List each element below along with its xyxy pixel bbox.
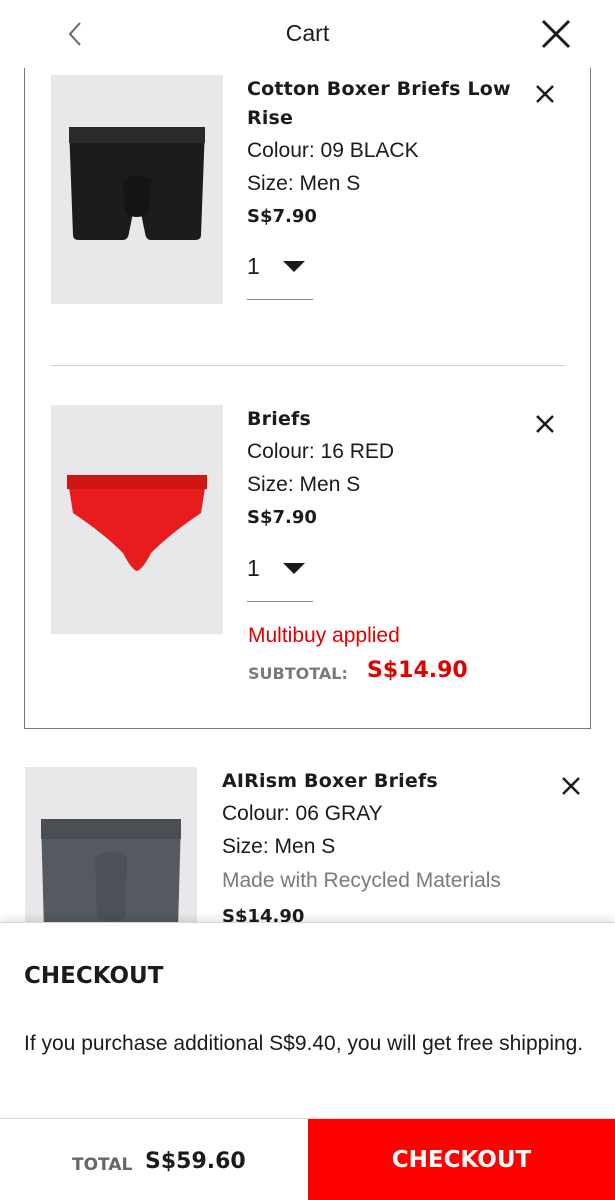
caret-down-icon <box>283 261 305 272</box>
item-price: S$7.90 <box>247 206 317 227</box>
caret-down-icon <box>283 563 305 574</box>
checkout-button[interactable]: CHECKOUT <box>308 1119 615 1200</box>
quantity-select[interactable]: 1 <box>247 549 313 602</box>
item-colour: Colour: 16 RED <box>247 440 395 463</box>
item-note: Made with Recycled Materials <box>222 869 501 892</box>
item-colour: Colour: 06 GRAY <box>222 802 383 825</box>
header: Cart <box>0 0 615 68</box>
item-name[interactable]: Briefs <box>247 405 517 434</box>
quantity-value: 1 <box>247 555 260 581</box>
free-shipping-note: If you purchase additional S$9.40, you w… <box>24 1032 584 1055</box>
checkout-heading: CHECKOUT <box>24 963 164 989</box>
quantity-select[interactable]: 1 <box>247 247 313 300</box>
close-cart-button[interactable] <box>534 12 578 56</box>
item-size: Size: Men S <box>222 835 336 858</box>
close-icon <box>536 85 554 103</box>
close-icon <box>562 777 580 795</box>
black-boxer-image <box>69 127 205 240</box>
item-price: S$7.90 <box>247 507 317 528</box>
item-size: Size: Men S <box>247 172 361 195</box>
total-label: TOTAL <box>72 1155 133 1175</box>
item-name[interactable]: Cotton Boxer Briefs Low Rise <box>247 75 517 133</box>
close-icon <box>536 415 554 433</box>
quantity-value: 1 <box>247 253 260 279</box>
total-value: S$59.60 <box>145 1149 246 1174</box>
close-icon <box>541 19 571 49</box>
product-image-black-boxer[interactable] <box>51 75 223 304</box>
remove-item-button[interactable] <box>530 409 560 439</box>
remove-item-button[interactable] <box>530 79 560 109</box>
item-divider <box>51 365 565 366</box>
item-name[interactable]: AIRism Boxer Briefs <box>222 767 512 796</box>
remove-item-button[interactable] <box>556 771 586 801</box>
checkout-footer: TOTAL S$59.60 CHECKOUT <box>0 1118 615 1200</box>
subtotal-value: S$14.90 <box>367 658 468 683</box>
multibuy-label: Multibuy applied <box>248 624 400 647</box>
item-colour: Colour: 09 BLACK <box>247 139 419 162</box>
red-briefs-image <box>67 475 207 571</box>
page-title: Cart <box>285 20 330 46</box>
product-image-red-briefs[interactable] <box>51 405 223 634</box>
subtotal-label: SUBTOTAL: <box>248 664 348 683</box>
item-size: Size: Men S <box>247 473 361 496</box>
